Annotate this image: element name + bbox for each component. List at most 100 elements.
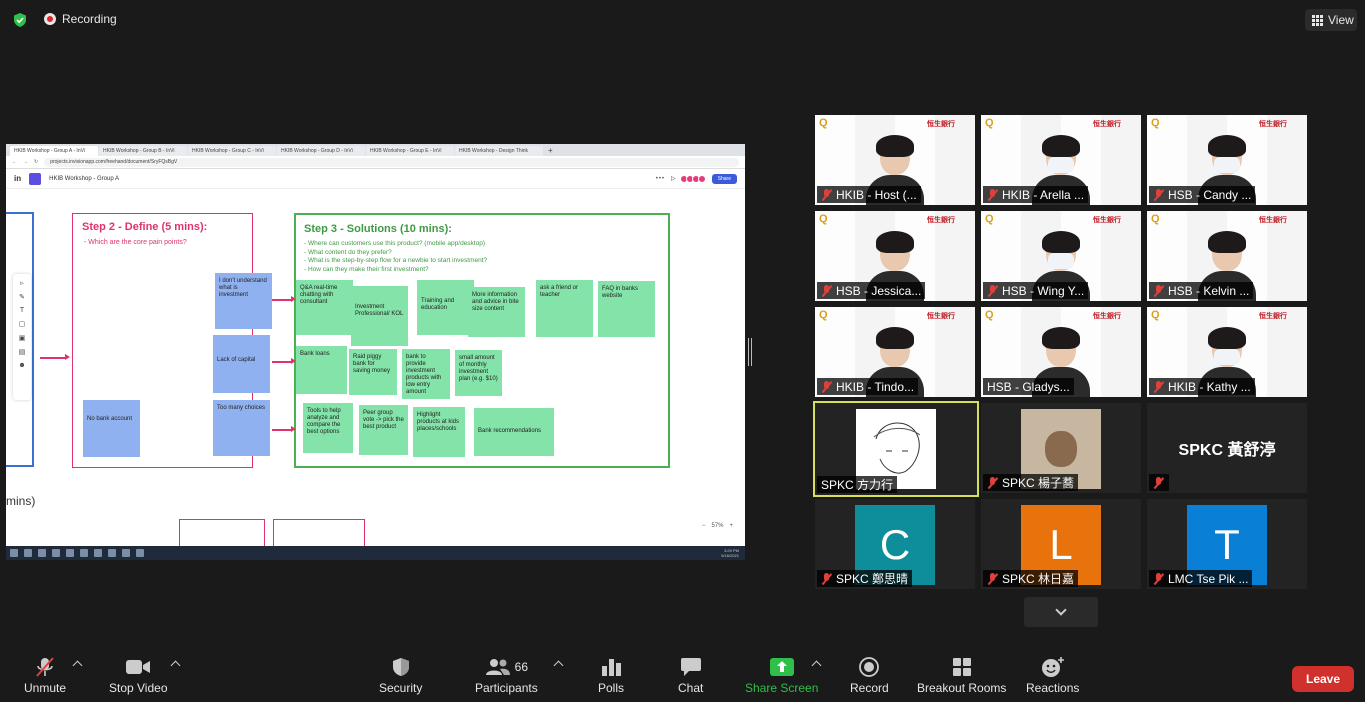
sticky-note[interactable]: ask a friend or teacher — [536, 280, 593, 337]
participant-video-tile[interactable]: SPKC 黃舒渟 — [1147, 403, 1307, 493]
invision-share-button[interactable]: Share — [711, 173, 737, 184]
participant-nameplate: HKIB - Kathy ... — [1149, 378, 1255, 395]
participant-nameplate: HSB - Kelvin ... — [1149, 282, 1254, 299]
shield-check-icon[interactable] — [12, 12, 28, 28]
sticky-note[interactable]: Investment Professional/ KOL — [351, 286, 408, 346]
sticky-note[interactable]: Bank recommendations — [474, 408, 554, 456]
sticky-note[interactable]: small amount of monthly investment plan … — [455, 350, 502, 396]
participant-nameplate: HKIB - Arella ... — [983, 186, 1089, 203]
participant-video-tile[interactable]: 恒生銀行 Q HKIB - Kathy ... — [1147, 307, 1307, 397]
taskbar-app-icon[interactable] — [66, 549, 74, 557]
forward-icon[interactable]: → — [23, 159, 28, 165]
taskbar-app-icon[interactable] — [24, 549, 32, 557]
chat-button[interactable]: Chat — [678, 656, 703, 695]
participant-video-tile[interactable]: SPKC 楊子蕎 — [981, 403, 1141, 493]
security-button[interactable]: Security — [379, 656, 422, 695]
browser-tab[interactable]: HKIB Workshop - Design Think — [455, 146, 543, 156]
sticky-note[interactable]: Highlight products at kids places/school… — [413, 407, 465, 457]
recording-label: Recording — [62, 12, 117, 26]
split-view-handle[interactable] — [748, 338, 752, 366]
record-button[interactable]: Record — [850, 656, 889, 695]
participant-video-tile[interactable]: 恒生銀行 Q HSB - Gladys... — [981, 307, 1141, 397]
pen-tool-icon[interactable]: ✎ — [19, 293, 25, 301]
sticky-note[interactable]: Tools to help analyze and compare the be… — [303, 403, 353, 453]
taskbar-app-icon[interactable] — [94, 549, 102, 557]
new-tab-icon[interactable]: + — [544, 146, 557, 156]
sticky-note[interactable]: FAQ in banks website — [598, 281, 655, 337]
whiteboard-canvas[interactable]: Step 2 - Define (5 mins): - Which are th… — [6, 189, 745, 549]
taskbar-app-icon[interactable] — [136, 549, 144, 557]
text-tool-icon[interactable]: T — [20, 307, 24, 314]
present-icon[interactable]: ▷ — [671, 175, 676, 182]
sticky-tool-icon[interactable]: ▤ — [19, 348, 26, 356]
sticky-note[interactable]: Bank loans — [296, 346, 347, 394]
participant-video-tile[interactable]: SPKC 方力行 — [813, 401, 979, 497]
polls-button[interactable]: Polls — [598, 656, 624, 695]
browser-tab[interactable]: HKIB Workshop - Group D - InVi — [277, 146, 365, 156]
url-input[interactable]: projects.invisionapp.com/freehand/docume… — [44, 157, 739, 167]
participant-video-tile[interactable]: 恒生銀行 Q HKIB - Host (... — [815, 115, 975, 205]
browser-tab[interactable]: HKIB Workshop - Group E - InVi — [366, 146, 454, 156]
sticky-note[interactable]: bank to provide investment products with… — [402, 349, 450, 399]
arrow-connector — [272, 426, 296, 432]
taskbar-app-icon[interactable] — [108, 549, 116, 557]
participant-name: SPKC 鄭思晴 — [836, 572, 909, 586]
browser-tab[interactable]: HKIB Workshop - Group B - InVi — [99, 146, 187, 156]
q-logo-icon: Q — [819, 117, 828, 129]
taskbar-app-icon[interactable] — [52, 549, 60, 557]
emoji-tool-icon[interactable]: ☻ — [18, 362, 25, 369]
sticky-note[interactable]: Too many choices — [213, 400, 270, 456]
participant-video-tile[interactable]: 恒生銀行 Q HKIB - Tindo... — [815, 307, 975, 397]
sticky-note[interactable]: Lack of capital — [213, 335, 270, 393]
sticky-note[interactable]: No bank account — [83, 400, 140, 457]
participant-video-tile[interactable]: T LMC Tse Pik ... — [1147, 499, 1307, 589]
browser-tab-bar: HKIB Workshop - Group A - InVi HKIB Work… — [6, 144, 745, 156]
taskbar-app-icon[interactable] — [80, 549, 88, 557]
audio-options-caret[interactable] — [72, 660, 83, 671]
share-screen-button[interactable]: Share Screen — [745, 656, 818, 695]
participant-video-tile[interactable]: L SPKC 林日嘉 — [981, 499, 1141, 589]
participant-video-tile[interactable]: 恒生銀行 Q HSB - Kelvin ... — [1147, 211, 1307, 301]
browser-tab[interactable]: HKIB Workshop - Group A - InVi — [10, 146, 98, 156]
zoom-out-icon[interactable]: − — [702, 523, 706, 529]
participant-video-tile[interactable]: 恒生銀行 Q HSB - Wing Y... — [981, 211, 1141, 301]
windows-start-icon[interactable] — [10, 549, 18, 557]
sticky-note[interactable]: Q&A real-time chatting with consultant — [296, 280, 353, 335]
leave-button[interactable]: Leave — [1292, 666, 1354, 692]
video-options-caret[interactable] — [170, 660, 181, 671]
breakout-rooms-button[interactable]: Breakout Rooms — [917, 656, 1006, 695]
mic-muted-icon — [987, 572, 998, 585]
browser-tab[interactable]: HKIB Workshop - Group C - InVi — [188, 146, 276, 156]
more-participants-button[interactable] — [1024, 597, 1098, 627]
sticky-note[interactable]: Peer group vote -> pick the best product — [359, 405, 408, 455]
shape-tool-icon[interactable]: ▢ — [19, 320, 26, 328]
participant-video-tile[interactable]: 恒生銀行 Q HSB - Candy ... — [1147, 115, 1307, 205]
taskbar-app-icon[interactable] — [122, 549, 130, 557]
wireframe-box — [179, 519, 265, 549]
sticky-note[interactable]: I don't understand what is investment — [215, 273, 272, 329]
participant-video-tile[interactable]: 恒生銀行 Q HSB - Jessica... — [815, 211, 975, 301]
bar-chart-icon — [601, 656, 621, 678]
bank-logo: 恒生銀行 — [927, 121, 955, 128]
participant-video-tile[interactable]: C SPKC 鄭思晴 — [815, 499, 975, 589]
sticky-note[interactable]: Training and education — [417, 280, 474, 335]
reload-icon[interactable]: ↻ — [34, 159, 38, 165]
back-icon[interactable]: ← — [12, 159, 17, 165]
zoom-in-icon[interactable]: + — [729, 523, 733, 529]
sticky-note[interactable]: Raid piggy bank for saving money — [349, 349, 397, 395]
participants-options-caret[interactable] — [553, 660, 564, 671]
reactions-button[interactable]: Reactions — [1026, 656, 1079, 695]
recording-indicator[interactable]: Recording — [44, 12, 117, 26]
stop-video-button[interactable]: Stop Video — [109, 656, 168, 695]
participant-video-tile[interactable]: 恒生銀行 Q HKIB - Arella ... — [981, 115, 1141, 205]
select-tool-icon[interactable]: ▹ — [20, 279, 24, 287]
taskbar-app-icon[interactable] — [38, 549, 46, 557]
mic-muted-icon — [987, 284, 998, 297]
unmute-button[interactable]: Unmute — [24, 656, 66, 695]
shared-screen[interactable]: HKIB Workshop - Group A - InVi HKIB Work… — [6, 144, 745, 560]
view-button[interactable]: View — [1305, 9, 1357, 31]
more-options-icon[interactable]: ••• — [656, 176, 665, 182]
sticky-note[interactable]: More information and advice in bite size… — [468, 287, 525, 337]
image-tool-icon[interactable]: ▣ — [19, 334, 26, 342]
participants-button[interactable]: 66 Participants — [475, 656, 538, 695]
